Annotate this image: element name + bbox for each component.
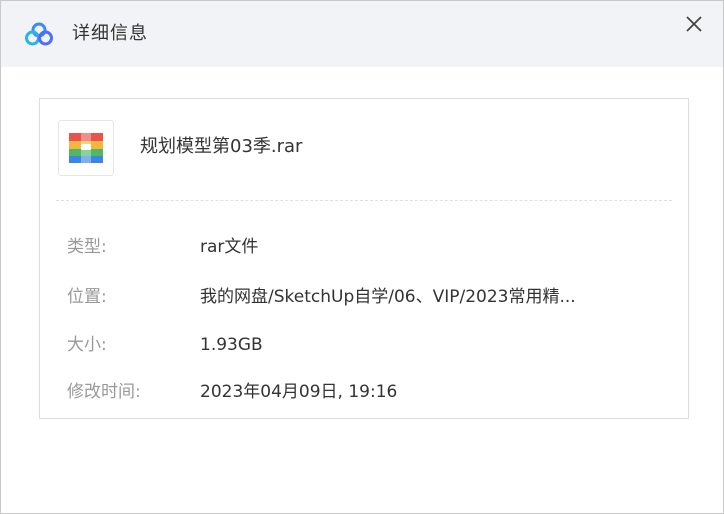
location-label: 位置: xyxy=(67,287,107,307)
baidu-netdisk-logo-icon xyxy=(25,22,53,46)
size-label: 大小: xyxy=(67,335,107,355)
type-label: 类型: xyxy=(67,237,107,257)
dialog-title: 详细信息 xyxy=(72,23,148,44)
detail-row-type: 类型: rar文件 xyxy=(40,234,688,260)
divider xyxy=(56,200,672,201)
close-icon[interactable] xyxy=(681,11,707,37)
file-details-card: 规划模型第03季.rar 类型: rar文件 位置: 我的网盘/SketchUp… xyxy=(39,98,689,419)
modified-time-value: 2023年04月09日, 19:16 xyxy=(200,382,398,402)
location-value[interactable]: 我的网盘/SketchUp自学/06、VIP/2023常用精... xyxy=(200,284,576,310)
rar-archive-icon xyxy=(69,133,103,163)
file-icon-frame xyxy=(58,120,114,176)
detail-row-size: 大小: 1.93GB xyxy=(40,332,688,358)
modified-time-label: 修改时间: xyxy=(67,382,141,402)
detail-row-location: 位置: 我的网盘/SketchUp自学/06、VIP/2023常用精... xyxy=(40,284,688,310)
size-value: 1.93GB xyxy=(200,335,263,355)
detail-row-modified: 修改时间: 2023年04月09日, 19:16 xyxy=(40,379,688,405)
type-value: rar文件 xyxy=(200,237,259,257)
details-dialog: 详细信息 规划模型第03季.rar 类型: rar文件 位置: 我的网盘/Ske… xyxy=(0,0,724,514)
dialog-titlebar: 详细信息 xyxy=(1,1,723,67)
file-name: 规划模型第03季.rar xyxy=(140,136,303,157)
